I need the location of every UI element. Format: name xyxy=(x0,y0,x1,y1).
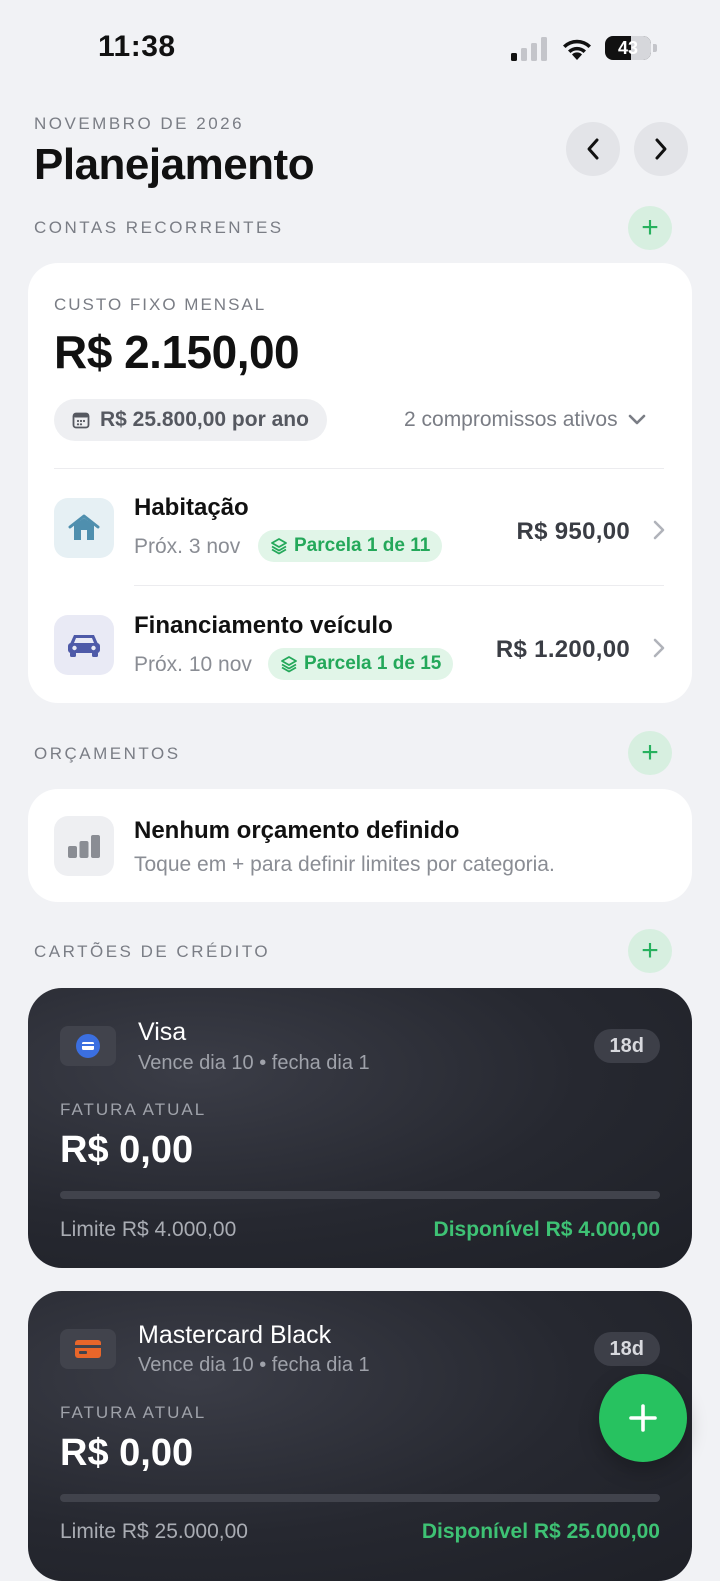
chevron-right-icon xyxy=(653,520,665,540)
recurring-section-title: CONTAS RECORRENTES xyxy=(34,218,284,237)
wifi-icon xyxy=(563,39,591,60)
card-schedule: Vence dia 10 • fecha dia 1 xyxy=(138,1052,370,1074)
plus-icon: + xyxy=(641,934,659,967)
add-budget-button[interactable]: + xyxy=(628,731,672,775)
layers-icon xyxy=(271,538,287,555)
card-name: Mastercard Black xyxy=(138,1321,332,1349)
page-title: Planejamento xyxy=(34,140,315,189)
battery-icon: 43 xyxy=(605,36,651,60)
yearly-cost-text: R$ 25.800,00 por ano xyxy=(100,408,309,431)
card-logo-icon xyxy=(60,1329,116,1369)
calendar-icon xyxy=(72,412,90,429)
card-name: Visa xyxy=(138,1018,187,1046)
invoice-label: FATURA ATUAL xyxy=(60,1403,207,1422)
credit-cards-section-title: CARTÕES DE CRÉDITO xyxy=(34,942,271,961)
usage-bar xyxy=(60,1191,660,1199)
plus-icon: + xyxy=(641,736,659,769)
fixed-cost-label: CUSTO FIXO MENSAL xyxy=(54,295,267,314)
status-time: 11:38 xyxy=(98,30,176,63)
plus-icon xyxy=(629,1404,657,1432)
recurring-item-title: Habitação xyxy=(134,494,249,521)
recurring-item-title: Financiamento veículo xyxy=(134,612,393,639)
invoice-amount: R$ 0,00 xyxy=(60,1129,194,1171)
budgets-empty-title: Nenhum orçamento definido xyxy=(134,817,460,844)
card-available: Disponível R$ 4.000,00 xyxy=(433,1218,660,1241)
recurring-item-amount: R$ 950,00 xyxy=(516,518,630,545)
installment-text: Parcela 1 de 15 xyxy=(304,653,442,674)
budgets-section-title: ORÇAMENTOS xyxy=(34,744,181,763)
installment-badge: Parcela 1 de 15 xyxy=(268,648,454,680)
usage-bar xyxy=(60,1494,660,1502)
card-limit: Limite R$ 25.000,00 xyxy=(60,1520,248,1543)
installment-text: Parcela 1 de 11 xyxy=(294,535,431,556)
yearly-cost-pill: R$ 25.800,00 por ano xyxy=(54,399,327,441)
recurring-card: CUSTO FIXO MENSAL R$ 2.150,00 R$ 25.800,… xyxy=(28,263,692,703)
recurring-item-next: Próx. 10 nov xyxy=(134,653,252,676)
card-limit: Limite R$ 4.000,00 xyxy=(60,1218,237,1241)
status-icons: 43 xyxy=(510,34,660,64)
add-recurring-button[interactable]: + xyxy=(628,206,672,250)
budgets-empty-hint: Toque em + para definir limites por cate… xyxy=(134,853,555,876)
credit-card-visa[interactable]: Visa Vence dia 10 • fecha dia 1 18d FATU… xyxy=(28,988,692,1268)
installment-badge: Parcela 1 de 11 xyxy=(258,530,443,562)
recurring-item-habitacao[interactable]: Habitação Próx. 3 nov Parcela 1 de 11 R$… xyxy=(28,469,692,585)
recurring-item-next: Próx. 3 nov xyxy=(134,535,241,558)
recurring-item-amount: R$ 1.200,00 xyxy=(495,636,630,663)
active-commitments-toggle[interactable]: 2 compromissos ativos xyxy=(404,408,646,432)
days-badge: 18d xyxy=(593,1029,660,1063)
budgets-empty-card: Nenhum orçamento definido Toque em + par… xyxy=(28,789,692,902)
chevron-right-icon xyxy=(653,638,665,658)
active-commitments-text: 2 compromissos ativos xyxy=(404,408,618,431)
fixed-cost-amount: R$ 2.150,00 xyxy=(54,326,300,378)
battery-level: 43 xyxy=(617,38,639,58)
chevron-right-icon xyxy=(655,138,667,160)
car-icon xyxy=(54,615,114,675)
card-schedule: Vence dia 10 • fecha dia 1 xyxy=(138,1354,370,1376)
add-fab-button[interactable] xyxy=(599,1374,687,1462)
card-available: Disponível R$ 25.000,00 xyxy=(421,1520,660,1543)
days-badge: 18d xyxy=(593,1332,660,1366)
plus-icon: + xyxy=(641,211,659,244)
credit-card-mastercard-black[interactable]: Mastercard Black Vence dia 10 • fecha di… xyxy=(28,1291,692,1581)
house-icon xyxy=(54,498,114,558)
next-month-button[interactable] xyxy=(634,122,688,176)
chevron-left-icon xyxy=(587,138,599,160)
bar-chart-icon xyxy=(54,816,114,876)
invoice-label: FATURA ATUAL xyxy=(60,1100,207,1119)
layers-icon xyxy=(281,656,297,673)
card-logo-icon xyxy=(60,1026,116,1066)
add-credit-card-button[interactable]: + xyxy=(628,929,672,973)
previous-month-button[interactable] xyxy=(566,122,620,176)
chevron-down-icon xyxy=(628,414,645,425)
period-label: NOVEMBRO DE 2026 xyxy=(34,114,245,133)
recurring-item-financiamento[interactable]: Financiamento veículo Próx. 10 nov Parce… xyxy=(28,586,692,702)
signal-icon xyxy=(511,37,547,61)
invoice-amount: R$ 0,00 xyxy=(60,1432,194,1474)
